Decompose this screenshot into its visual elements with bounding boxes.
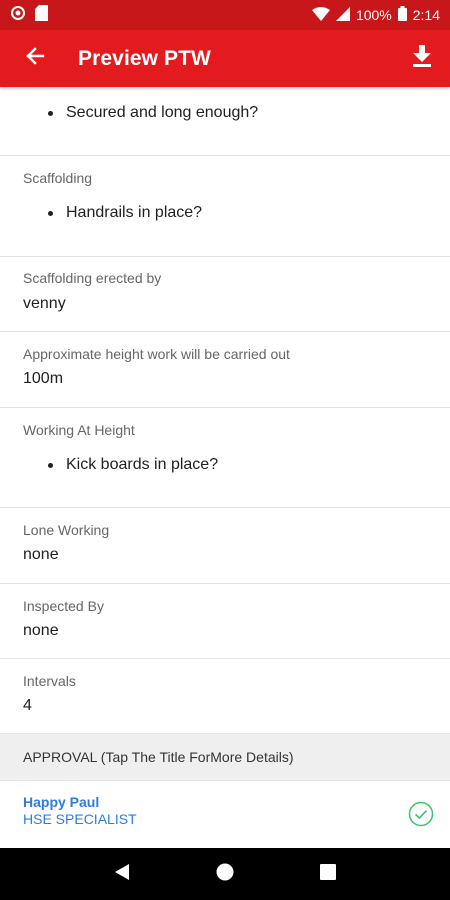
field-label: Inspected By: [23, 598, 104, 614]
field-top-bullets: Secured and long enough?: [0, 87, 450, 156]
status-bar: 100% 2:14: [0, 0, 450, 30]
battery-percent: 100%: [355, 7, 392, 23]
approver-role: HSE SPECIALIST: [23, 811, 137, 827]
clock: 2:14: [412, 7, 440, 23]
sync-icon: [10, 5, 26, 26]
field-label: Working At Height: [23, 422, 135, 438]
field-label: Scaffolding erected by: [23, 270, 162, 286]
bullet-item: Kick boards in place?: [48, 456, 218, 474]
system-nav-bar: [0, 848, 450, 900]
approver-name[interactable]: Happy Paul: [23, 794, 99, 810]
field-approx-height: Approximate height work will be carried …: [0, 332, 450, 408]
bullet-item: Handrails in place?: [48, 204, 202, 222]
field-value: none: [23, 546, 59, 563]
app-bar: Preview PTW: [0, 30, 450, 87]
nav-back-button[interactable]: [102, 854, 142, 894]
battery-icon: [397, 6, 407, 24]
field-label: Lone Working: [23, 522, 110, 538]
field-scaffolding-erected-by: Scaffolding erected by venny: [0, 257, 450, 332]
field-working-at-height: Working At Height Kick boards in place?: [0, 408, 450, 508]
field-lone-working: Lone Working none: [0, 508, 450, 584]
download-icon: [412, 45, 432, 72]
field-value: 100m: [23, 370, 64, 387]
field-scaffolding: Scaffolding Handrails in place?: [0, 156, 450, 257]
download-button[interactable]: [394, 30, 450, 87]
nav-recents-button[interactable]: [308, 854, 348, 894]
field-intervals: Intervals 4: [0, 659, 450, 734]
wifi-icon: [311, 6, 330, 24]
page-title: Preview PTW: [78, 46, 211, 70]
nav-recents-icon: [320, 863, 337, 885]
field-value: none: [23, 622, 59, 639]
field-label: Intervals: [23, 673, 76, 689]
approval-header[interactable]: APPROVAL (Tap The Title ForMore Details): [0, 734, 450, 781]
field-label: Scaffolding: [23, 170, 93, 186]
field-label: Approximate height work will be carried …: [23, 346, 290, 362]
field-value: 4: [23, 697, 32, 714]
check-circle-icon: [408, 801, 434, 827]
nav-home-button[interactable]: [205, 854, 245, 894]
bullet-item: Secured and long enough?: [48, 104, 258, 122]
signal-icon: [335, 6, 350, 24]
nav-home-icon: [216, 863, 234, 886]
sd-card-icon: [35, 4, 48, 26]
back-arrow-icon: [25, 46, 45, 71]
field-value: venny: [23, 295, 66, 312]
ptw-details[interactable]: Secured and long enough? Scaffolding Han…: [0, 87, 450, 848]
approver-item[interactable]: Happy Paul HSE SPECIALIST: [0, 781, 450, 848]
field-inspected-by: Inspected By none: [0, 584, 450, 659]
nav-back-icon: [113, 863, 131, 886]
back-button[interactable]: [0, 30, 70, 87]
